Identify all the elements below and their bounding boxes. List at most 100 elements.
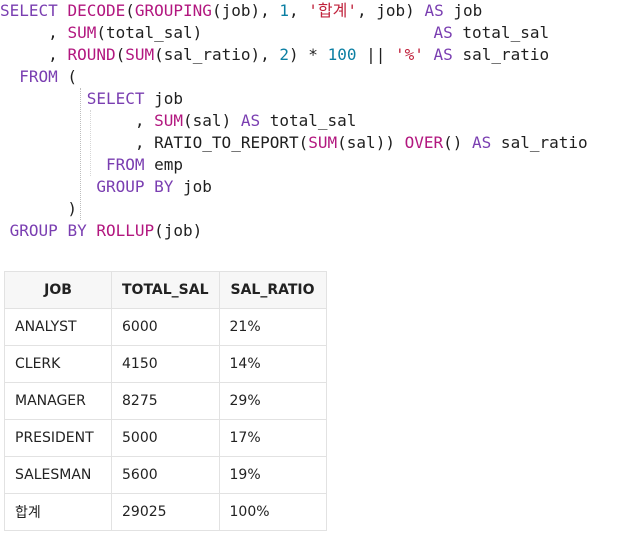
cell-job: CLERK xyxy=(4,345,112,383)
cell-sal-ratio: 21% xyxy=(218,308,327,346)
keyword: SELECT xyxy=(86,89,145,108)
number: 1 xyxy=(279,1,290,20)
keyword: AS xyxy=(240,111,261,130)
code-text: job xyxy=(144,89,184,108)
code-text: ( xyxy=(57,67,78,86)
code-text: ( xyxy=(125,1,135,20)
function: GROUPING xyxy=(134,1,212,20)
code-line-8: FROM emp xyxy=(0,154,619,176)
code-line-7: , RATIO_TO_REPORT(SUM(sal)) OVER() AS sa… xyxy=(0,132,619,154)
code-text: (job) xyxy=(154,221,203,240)
cell-sal-ratio: 19% xyxy=(218,456,327,494)
number: 100 xyxy=(327,45,357,64)
cell-sal-ratio: 29% xyxy=(218,382,327,420)
code-text: (job), xyxy=(211,1,280,20)
keyword: FROM xyxy=(105,155,145,174)
code-line-6: , SUM(sal) AS total_sal xyxy=(0,110,619,132)
code-text: job xyxy=(173,177,212,196)
table-header-row: JOB TOTAL_SAL SAL_RATIO xyxy=(4,271,327,309)
table-row: SALESMAN 5600 19% xyxy=(4,456,327,494)
code-text: , xyxy=(0,45,68,64)
cell-total-sal: 6000 xyxy=(111,308,220,346)
code-text: || xyxy=(356,45,395,64)
table-row: CLERK 4150 14% xyxy=(4,345,327,383)
column-header-sal-ratio: SAL_RATIO xyxy=(218,271,327,309)
code-text: job xyxy=(443,1,483,20)
keyword: AS xyxy=(433,45,453,64)
string: '%' xyxy=(395,45,424,64)
code-line-9: GROUP BY job xyxy=(0,176,619,198)
code-line-5: SELECT job xyxy=(0,88,619,110)
function: ROLLUP xyxy=(96,221,155,240)
cell-total-sal: 8275 xyxy=(111,382,220,420)
function: SUM xyxy=(67,23,97,42)
cell-total-sal: 5600 xyxy=(111,456,220,494)
code-line-2: , SUM(total_sal) AS total_sal xyxy=(0,22,619,44)
column-header-total-sal: TOTAL_SAL xyxy=(111,271,220,309)
cell-job: 합계 xyxy=(4,493,112,531)
keyword: SELECT xyxy=(0,1,58,20)
result-table: JOB TOTAL_SAL SAL_RATIO ANALYST 6000 21%… xyxy=(4,271,327,531)
code-text: () xyxy=(443,133,473,152)
code-line-4: FROM ( xyxy=(0,66,619,88)
function: ROUND xyxy=(67,45,116,64)
cell-job: MANAGER xyxy=(4,382,112,420)
cell-sal-ratio: 14% xyxy=(218,345,327,383)
code-line-3: , ROUND(SUM(sal_ratio), 2) * 100 || '%' … xyxy=(0,44,619,66)
code-text: (sal_ratio), xyxy=(154,45,280,64)
cell-job: PRESIDENT xyxy=(4,419,112,457)
code-text: , xyxy=(289,1,309,20)
sql-code-block: SELECT DECODE(GROUPING(job), 1, '합계', jo… xyxy=(0,0,619,242)
code-text: , xyxy=(0,111,155,130)
keyword: GROUP BY xyxy=(9,221,87,240)
cell-job: ANALYST xyxy=(4,308,112,346)
function: OVER xyxy=(404,133,444,152)
cell-total-sal: 29025 xyxy=(111,493,220,531)
code-text: (sal) xyxy=(183,111,241,130)
cell-job: SALESMAN xyxy=(4,456,112,494)
column-header-job: JOB xyxy=(4,271,112,309)
code-line-1: SELECT DECODE(GROUPING(job), 1, '합계', jo… xyxy=(0,0,619,22)
code-text: ) * xyxy=(289,45,328,64)
cell-total-sal: 5000 xyxy=(111,419,220,457)
function: SUM xyxy=(308,133,338,152)
code-text: , xyxy=(0,23,68,42)
keyword: AS xyxy=(472,133,492,152)
code-text: sal_ratio xyxy=(491,133,588,152)
code-line-10: ) xyxy=(0,198,619,220)
code-text: ( xyxy=(115,45,126,64)
table-row: MANAGER 8275 29% xyxy=(4,382,327,420)
function: SUM xyxy=(125,45,155,64)
table-row: ANALYST 6000 21% xyxy=(4,308,327,346)
cell-sal-ratio: 17% xyxy=(218,419,327,457)
code-text: (total_sal) xyxy=(96,23,203,42)
function: DECODE xyxy=(67,1,126,20)
cell-sal-ratio: 100% xyxy=(218,493,327,531)
string: '합계' xyxy=(308,1,357,20)
keyword: AS xyxy=(433,23,453,42)
code-text: total_sal xyxy=(260,111,357,130)
number: 2 xyxy=(279,45,290,64)
keyword: AS xyxy=(424,1,444,20)
code-text: , job) xyxy=(357,1,425,20)
keyword: FROM xyxy=(19,67,58,86)
code-text: , RATIO_TO_REPORT( xyxy=(0,133,309,152)
code-text: emp xyxy=(144,155,184,174)
code-text: (sal)) xyxy=(337,133,405,152)
cell-total-sal: 4150 xyxy=(111,345,220,383)
keyword: GROUP BY xyxy=(96,177,174,196)
code-line-11: GROUP BY ROLLUP(job) xyxy=(0,220,619,242)
code-text: total_sal xyxy=(452,23,550,42)
function: SUM xyxy=(154,111,184,130)
table-row-total: 합계 29025 100% xyxy=(4,493,327,531)
table-row: PRESIDENT 5000 17% xyxy=(4,419,327,457)
